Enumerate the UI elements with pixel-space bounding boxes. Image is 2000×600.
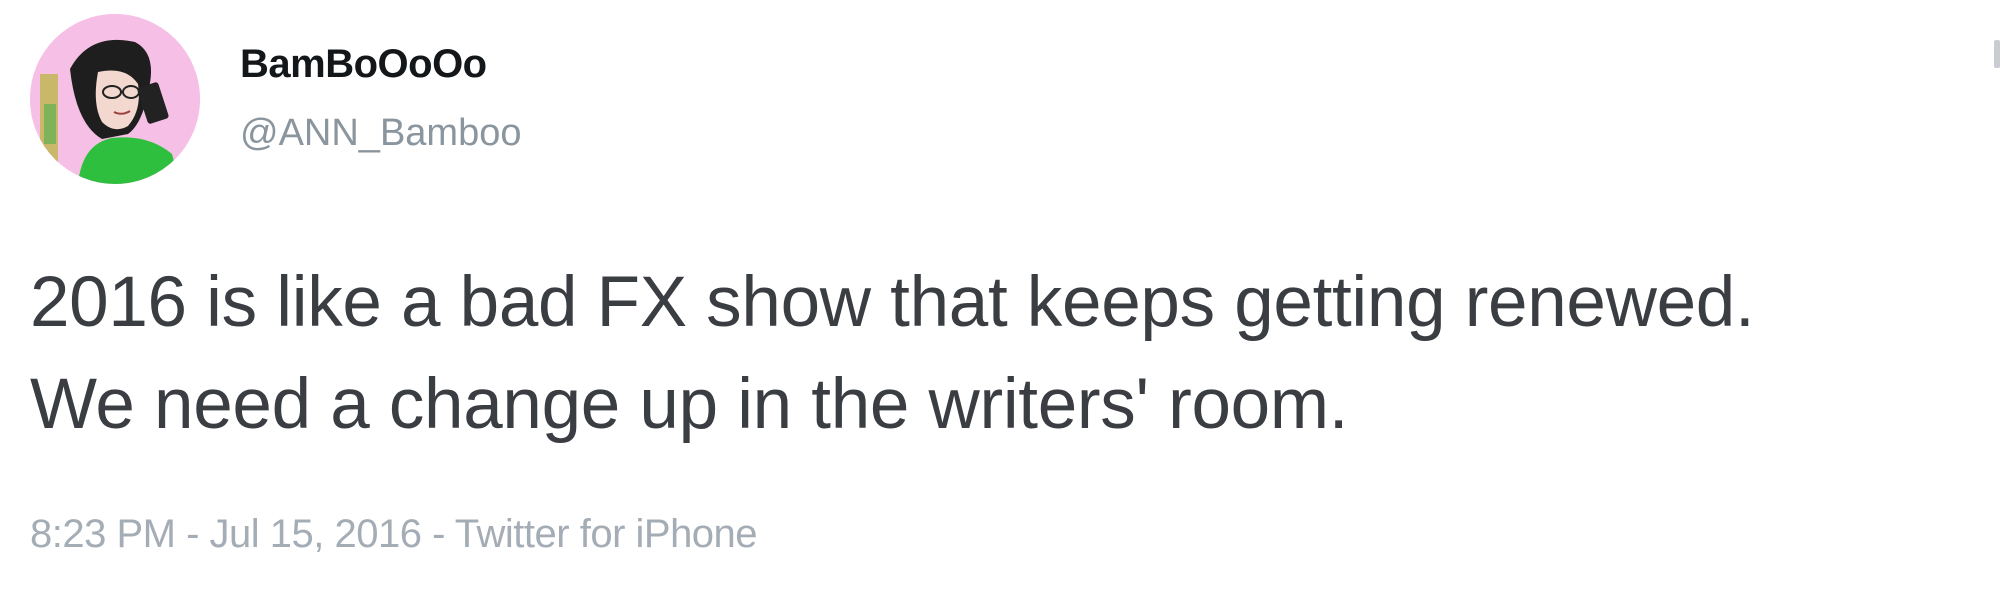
- tweet-source[interactable]: Twitter for iPhone: [455, 512, 758, 556]
- tweet-card: BamBoOoOo @ANN_Bamboo 2016 is like a bad…: [0, 0, 2000, 600]
- avatar[interactable]: [30, 14, 200, 184]
- avatar-portrait-icon: [30, 14, 200, 184]
- more-options-icon[interactable]: [1994, 40, 2000, 68]
- tweet-metadata: 8:23 PM - Jul 15, 2016 - Twitter for iPh…: [30, 512, 758, 557]
- tweet-text-line: We need a change up in the writers' room…: [30, 365, 1349, 444]
- meta-separator: -: [175, 512, 210, 556]
- meta-separator: -: [421, 512, 455, 556]
- display-name[interactable]: BamBoOoOo: [240, 42, 487, 87]
- tweet-date[interactable]: Jul 15, 2016: [210, 512, 422, 556]
- tweet-text-line: 2016 is like a bad FX show that keeps ge…: [30, 263, 1755, 342]
- tweet-time[interactable]: 8:23 PM: [30, 512, 176, 556]
- tweet-text: 2016 is like a bad FX show that keeps ge…: [30, 252, 1990, 456]
- user-handle[interactable]: @ANN_Bamboo: [240, 112, 521, 155]
